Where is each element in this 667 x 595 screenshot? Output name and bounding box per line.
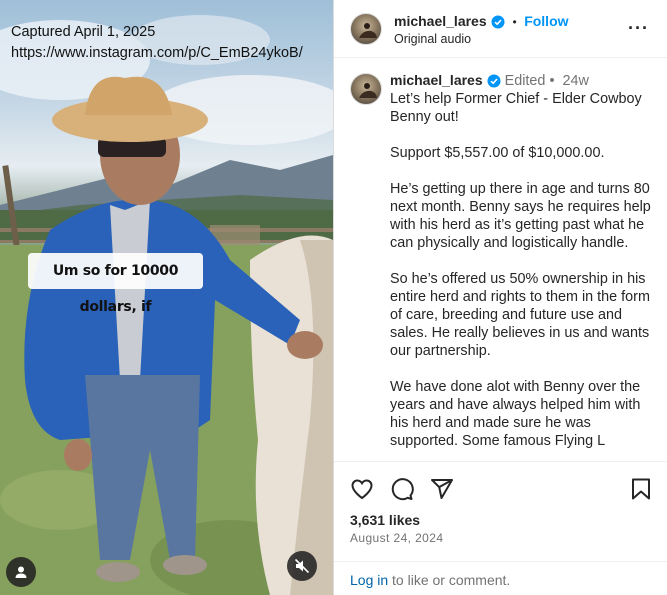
header-separator: • xyxy=(512,15,517,29)
login-prompt: Log in to like or comment. xyxy=(334,561,667,595)
caption-paragraph: So he’s offered us 50% ownership in his … xyxy=(390,271,650,359)
post-header: michael_lares • Follow Original audio ··… xyxy=(334,0,667,58)
meta-separator: • xyxy=(549,73,555,89)
rider-avatar-image xyxy=(359,23,377,38)
caption-paragraph: He’s getting up there in age and turns 8… xyxy=(390,181,651,251)
capture-date: Captured April 1, 2025 xyxy=(11,24,156,40)
edited-label: Edited xyxy=(504,73,546,89)
caption-author-avatar[interactable] xyxy=(350,73,382,105)
video-player[interactable]: Captured April 1, 2025 https://www.insta… xyxy=(0,0,333,595)
share-paper-plane-icon[interactable] xyxy=(430,477,454,501)
verified-badge-icon xyxy=(491,15,505,29)
more-options-button[interactable]: ··· xyxy=(628,18,649,39)
post-panel: michael_lares • Follow Original audio ··… xyxy=(333,0,667,595)
author-avatar[interactable] xyxy=(350,13,382,45)
speaker-muted-icon xyxy=(294,558,310,574)
caption-username[interactable]: michael_lares xyxy=(390,72,483,88)
caption-paragraph: Support $5,557.00 of $10,000.00. xyxy=(390,145,605,161)
rider-avatar-image xyxy=(359,83,377,98)
person-icon xyxy=(15,566,27,578)
save-bookmark-icon[interactable] xyxy=(630,477,652,501)
capture-stamp: Captured April 1, 2025 https://www.insta… xyxy=(11,22,303,64)
follow-button[interactable]: Follow xyxy=(524,13,568,29)
likes-count[interactable]: 3,631 likes xyxy=(350,512,420,528)
capture-url: https://www.instagram.com/p/C_EmB24ykoB/ xyxy=(11,45,303,61)
caption-text: michael_lares Edited • 24w Let’s help Fo… xyxy=(390,71,658,461)
caption-paragraph: Let’s help Former Chief - Elder Cowboy B… xyxy=(390,91,642,125)
video-frame xyxy=(0,15,333,595)
audio-link[interactable]: Original audio xyxy=(394,32,471,46)
comment-bubble-icon[interactable] xyxy=(390,477,414,501)
mute-button[interactable] xyxy=(287,551,317,581)
more-icon: ··· xyxy=(628,18,649,38)
login-link[interactable]: Log in xyxy=(350,572,388,588)
verified-badge-icon xyxy=(487,74,501,88)
tagged-user-button[interactable] xyxy=(6,557,36,587)
like-heart-icon[interactable] xyxy=(350,477,374,501)
login-prompt-text: to like or comment. xyxy=(388,572,511,588)
caption-scroll-area[interactable]: michael_lares Edited • 24w Let’s help Fo… xyxy=(334,59,667,461)
caption-paragraph: We have done alot with Benny over the ye… xyxy=(390,379,641,449)
author-username[interactable]: michael_lares xyxy=(394,13,487,29)
video-caption-overlay: Um so for 10000 dollars, if xyxy=(28,253,203,315)
post-age[interactable]: 24w xyxy=(562,73,588,89)
post-date: August 24, 2024 xyxy=(350,531,444,545)
post-actions: 3,631 likes August 24, 2024 Log in to li… xyxy=(334,461,667,595)
